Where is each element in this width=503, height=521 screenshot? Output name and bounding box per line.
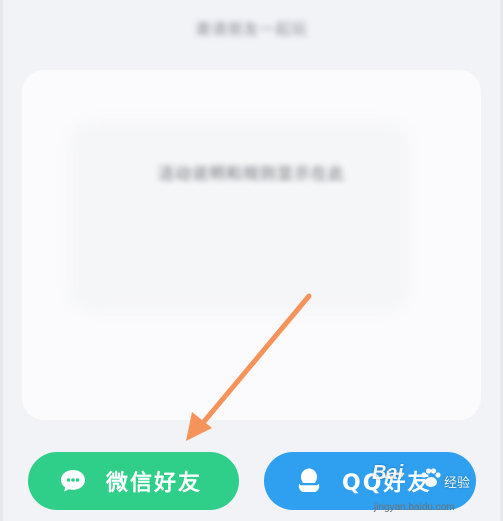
watermark-logo: Bai [372, 462, 404, 484]
baidu-watermark: Bai 经验 jingyan.baidu.com [372, 462, 500, 518]
watermark-brand: 经验 [444, 476, 471, 491]
orange-arrow-icon [186, 293, 312, 441]
watermark-url: jingyan.baidu.com [374, 502, 455, 513]
paw-icon [417, 463, 445, 495]
share-screen: 邀请朋友一起玩 活动说明和规则显示在此 微信好友 QQ好友 Bai 经验 jin… [0, 0, 503, 521]
